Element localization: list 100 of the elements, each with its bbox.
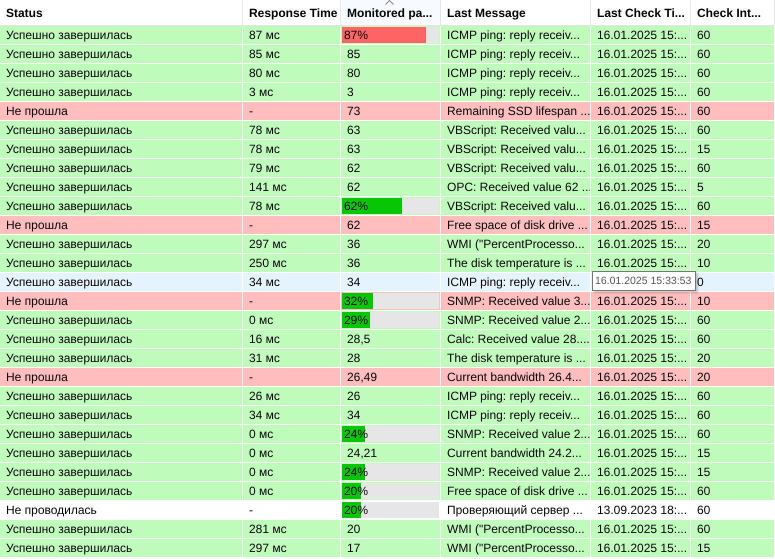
table-cell: Успешно завершилась xyxy=(0,83,243,102)
table-cell: Current bandwidth 24.2... xyxy=(441,444,591,463)
table-cell: The disk temperature is ... xyxy=(441,349,591,368)
table-cell: Успешно завершилась xyxy=(0,254,243,273)
table-cell: 63 xyxy=(341,121,441,140)
table-cell: 0 мс xyxy=(243,311,341,330)
table-cell: VBScript: Received valu... xyxy=(441,159,591,178)
table-cell: SNMP: Received value 2... xyxy=(441,425,591,444)
table-cell: Успешно завершилась xyxy=(0,406,243,425)
table-cell: 281 мс xyxy=(243,520,341,539)
table-cell: 15 xyxy=(691,216,775,235)
table-cell: ICMP ping: reply receiv... xyxy=(441,273,591,292)
table-cell: 26,49 xyxy=(341,368,441,387)
table-cell: 16.01.2025 15:... xyxy=(591,235,691,254)
table-cell: 60 xyxy=(691,406,775,425)
table-cell: 16.01.2025 15:... xyxy=(591,178,691,197)
table-cell: 60 xyxy=(691,197,775,216)
table-cell: 28,5 xyxy=(341,330,441,349)
table-cell: ICMP ping: reply receiv... xyxy=(441,83,591,102)
table-cell: 60 xyxy=(691,121,775,140)
table-cell: 62 xyxy=(341,216,441,235)
table-cell: 0 мс xyxy=(243,482,341,501)
table-cell: 20 xyxy=(691,349,775,368)
tooltip: 16.01.2025 15:33:53 xyxy=(592,271,696,291)
table-cell: 60 xyxy=(691,64,775,83)
table-cell: WMI ("PercentProcesso... xyxy=(441,235,591,254)
column-header[interactable]: Monitored pa... xyxy=(341,0,441,25)
table-cell: Успешно завершилась xyxy=(0,520,243,539)
table-cell: 5 xyxy=(691,178,775,197)
table-cell: 85 xyxy=(341,45,441,64)
table-cell: Успешно завершилась xyxy=(0,349,243,368)
table-cell: 16.01.2025 15:... xyxy=(591,482,691,501)
table-cell: 60 xyxy=(691,520,775,539)
table-cell: 26 мс xyxy=(243,387,341,406)
table-cell: 60 xyxy=(691,102,775,121)
table-cell: Успешно завершилась xyxy=(0,482,243,501)
table-cell: 16 мс xyxy=(243,330,341,349)
table-cell: 0 мс xyxy=(243,425,341,444)
table-cell: 17 xyxy=(341,539,441,558)
table-cell: 250 мс xyxy=(243,254,341,273)
table-cell: 79 мс xyxy=(243,159,341,178)
table-cell: 16.01.2025 15:... xyxy=(591,159,691,178)
table-cell: 16.01.2025 15:... xyxy=(591,83,691,102)
table-cell: 0 мс xyxy=(243,463,341,482)
table-cell: 16.01.2025 15:... xyxy=(591,520,691,539)
table-cell: 16.01.2025 15:... xyxy=(591,387,691,406)
table-cell: 60 xyxy=(691,45,775,64)
table-cell: 80 xyxy=(341,64,441,83)
table-cell: 63 xyxy=(341,140,441,159)
table-cell: Успешно завершилась xyxy=(0,311,243,330)
table-cell: Успешно завершилась xyxy=(0,235,243,254)
table-cell: 60 xyxy=(691,26,775,45)
table-cell: Не прошла xyxy=(0,216,243,235)
table-cell: 0 мс xyxy=(243,444,341,463)
table-cell: 15 xyxy=(691,444,775,463)
table-cell: Успешно завершилась xyxy=(0,273,243,292)
table-cell: 36 xyxy=(341,254,441,273)
table-cell: 20 xyxy=(341,520,441,539)
table-cell: Remaining SSD lifespan ... xyxy=(441,102,591,121)
table-cell: SNMP: Received value 2... xyxy=(441,311,591,330)
table-cell: 16.01.2025 15:... xyxy=(591,102,691,121)
table-cell: 16.01.2025 15:... xyxy=(591,368,691,387)
table-cell: Успешно завершилась xyxy=(0,387,243,406)
table-cell: VBScript: Received valu... xyxy=(441,197,591,216)
table-cell: 16.01.2025 15:... xyxy=(591,254,691,273)
table-cell: 15 xyxy=(691,140,775,159)
table-cell: 34 xyxy=(341,273,441,292)
table-cell: 16.01.2025 15:... xyxy=(591,444,691,463)
progress-label: 87% xyxy=(344,27,368,44)
table-cell: 16.01.2025 15:... xyxy=(591,121,691,140)
table-cell: 28 xyxy=(341,349,441,368)
table-cell: Успешно завершилась xyxy=(0,26,243,45)
table-cell: Успешно завершилась xyxy=(0,197,243,216)
table-cell: Calc: Received value 28.... xyxy=(441,330,591,349)
table-cell: 62 xyxy=(341,159,441,178)
table-cell: 20 xyxy=(691,235,775,254)
table-cell: 15 xyxy=(691,463,775,482)
table-cell: 297 мс xyxy=(243,235,341,254)
table-cell: Успешно завершилась xyxy=(0,330,243,349)
table-cell: Free space of disk drive ... xyxy=(441,216,591,235)
table-cell: Успешно завершилась xyxy=(0,159,243,178)
table-cell: 16.01.2025 15:... xyxy=(591,216,691,235)
table-cell: Успешно завершилась xyxy=(0,444,243,463)
table-cell: WMI ("PercentProcesso... xyxy=(441,520,591,539)
progress-label: 62% xyxy=(344,198,368,215)
table-cell: Успешно завершилась xyxy=(0,121,243,140)
table-cell: Current bandwidth 26.4... xyxy=(441,368,591,387)
table-cell: - xyxy=(243,216,341,235)
table-cell: Free space of disk drive ... xyxy=(441,482,591,501)
table-cell: 34 мс xyxy=(243,273,341,292)
table-cell: 10 xyxy=(691,254,775,273)
table-cell: ICMP ping: reply receiv... xyxy=(441,406,591,425)
table-cell: 60 xyxy=(691,311,775,330)
table-cell: 141 мс xyxy=(243,178,341,197)
progress-label: 32% xyxy=(344,293,368,310)
table-cell: 78 мс xyxy=(243,121,341,140)
table-cell: Успешно завершилась xyxy=(0,178,243,197)
table-cell: 10 xyxy=(691,292,775,311)
table-cell: Успешно завершилась xyxy=(0,64,243,83)
table-cell: 80 мс xyxy=(243,64,341,83)
